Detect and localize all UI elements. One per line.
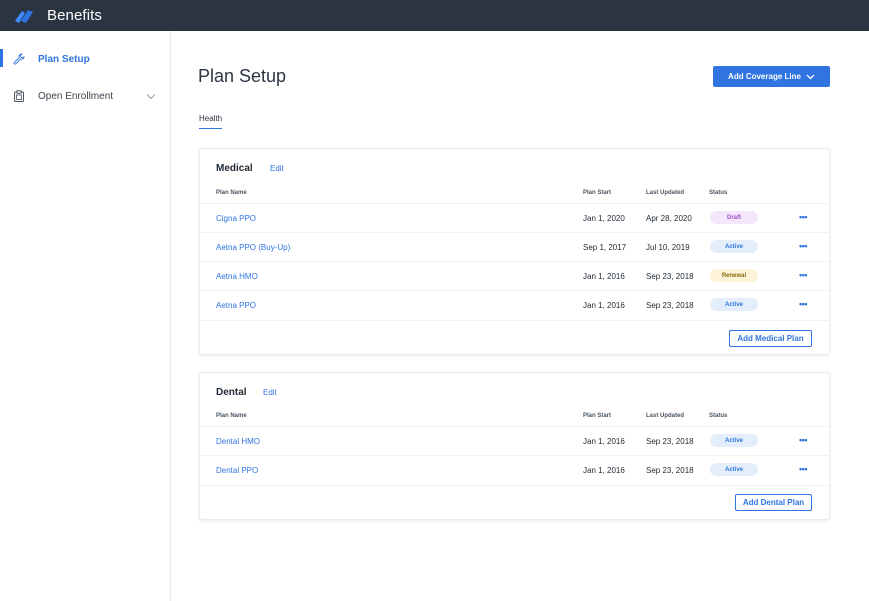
- sidebar-item-plan-setup[interactable]: Plan Setup: [0, 47, 170, 71]
- add-coverage-line-button[interactable]: Add Coverage Line: [713, 66, 830, 87]
- table-row: Cigna PPO Jan 1, 2020 Apr 28, 2020 Draft…: [200, 203, 829, 232]
- dental-section-card: Dental Edit Plan Name Plan Start Last Up…: [199, 372, 830, 520]
- more-options-icon[interactable]: •••: [799, 464, 807, 474]
- sidebar-item-open-enrollment[interactable]: Open Enrollment: [0, 84, 170, 108]
- edit-medical-link[interactable]: Edit: [270, 164, 284, 173]
- status-badge: Active: [710, 240, 758, 253]
- chevron-down-icon: [806, 74, 815, 79]
- add-coverage-line-label: Add Coverage Line: [728, 72, 801, 81]
- plan-name-link[interactable]: Aetna HMO: [216, 272, 258, 281]
- table-row: Aetna PPO Jan 1, 2016 Sep 23, 2018 Activ…: [200, 290, 829, 319]
- more-options-icon[interactable]: •••: [799, 241, 807, 251]
- status-badge: Active: [710, 434, 758, 447]
- column-header-plan-start: Plan Start: [583, 413, 612, 419]
- tab-active-underline: [199, 128, 222, 129]
- clipboard-icon: [14, 90, 24, 102]
- plan-start: Jan 1, 2020: [583, 214, 625, 223]
- plan-name-link[interactable]: Aetna PPO (Buy-Up): [216, 243, 290, 252]
- column-header-plan-name: Plan Name: [216, 190, 247, 196]
- sidebar-item-label: Plan Setup: [38, 53, 90, 65]
- last-updated: Sep 23, 2018: [646, 272, 694, 281]
- medical-section-card: Medical Edit Plan Name Plan Start Last U…: [199, 148, 830, 355]
- column-header-status: Status: [709, 413, 728, 419]
- add-dental-plan-button[interactable]: Add Dental Plan: [735, 494, 812, 511]
- table-row: Dental PPO Jan 1, 2016 Sep 23, 2018 Acti…: [200, 455, 829, 484]
- divider: [200, 320, 829, 321]
- benefits-logo-icon: [15, 9, 33, 23]
- page-title: Plan Setup: [198, 66, 287, 86]
- tab-health[interactable]: Health: [199, 114, 222, 123]
- more-options-icon[interactable]: •••: [799, 270, 807, 280]
- active-indicator: [0, 49, 3, 67]
- column-header-status: Status: [709, 190, 728, 196]
- edit-dental-link[interactable]: Edit: [263, 388, 277, 397]
- column-header-last-updated: Last Updated: [646, 190, 685, 196]
- last-updated: Apr 28, 2020: [646, 214, 692, 223]
- plan-start: Jan 1, 2016: [583, 272, 625, 281]
- last-updated: Jul 10, 2019: [646, 243, 690, 252]
- top-bar: Benefits: [0, 0, 869, 31]
- table-row: Aetna PPO (Buy-Up) Sep 1, 2017 Jul 10, 2…: [200, 232, 829, 261]
- section-title: Medical: [216, 163, 253, 174]
- plan-name-link[interactable]: Cigna PPO: [216, 214, 256, 223]
- plan-start: Jan 1, 2016: [583, 301, 625, 310]
- status-badge: Active: [710, 298, 758, 311]
- wrench-icon: [13, 53, 25, 65]
- plan-start: Jan 1, 2016: [583, 466, 625, 475]
- last-updated: Sep 23, 2018: [646, 437, 694, 446]
- column-header-plan-start: Plan Start: [583, 190, 612, 196]
- more-options-icon[interactable]: •••: [799, 435, 807, 445]
- plan-start: Jan 1, 2016: [583, 437, 625, 446]
- last-updated: Sep 23, 2018: [646, 301, 694, 310]
- column-header-last-updated: Last Updated: [646, 413, 685, 419]
- table-row: Dental HMO Jan 1, 2016 Sep 23, 2018 Acti…: [200, 426, 829, 455]
- sidebar: Plan Setup Open Enrollment: [0, 31, 171, 601]
- more-options-icon[interactable]: •••: [799, 212, 807, 222]
- status-badge: Renewal: [710, 269, 758, 282]
- app-title: Benefits: [47, 7, 102, 24]
- last-updated: Sep 23, 2018: [646, 466, 694, 475]
- plan-name-link[interactable]: Dental PPO: [216, 466, 258, 475]
- more-options-icon[interactable]: •••: [799, 299, 807, 309]
- column-header-plan-name: Plan Name: [216, 413, 247, 419]
- plan-start: Sep 1, 2017: [583, 243, 627, 252]
- sidebar-item-label: Open Enrollment: [38, 90, 114, 102]
- section-title: Dental: [216, 387, 247, 398]
- chevron-down-icon[interactable]: [146, 93, 156, 100]
- add-medical-plan-button[interactable]: Add Medical Plan: [729, 330, 812, 347]
- status-badge: Active: [710, 463, 758, 476]
- plan-name-link[interactable]: Dental HMO: [216, 437, 260, 446]
- table-row: Aetna HMO Jan 1, 2016 Sep 23, 2018 Renew…: [200, 261, 829, 290]
- plan-name-link[interactable]: Aetna PPO: [216, 301, 256, 310]
- status-badge: Draft: [710, 211, 758, 224]
- divider: [200, 485, 829, 486]
